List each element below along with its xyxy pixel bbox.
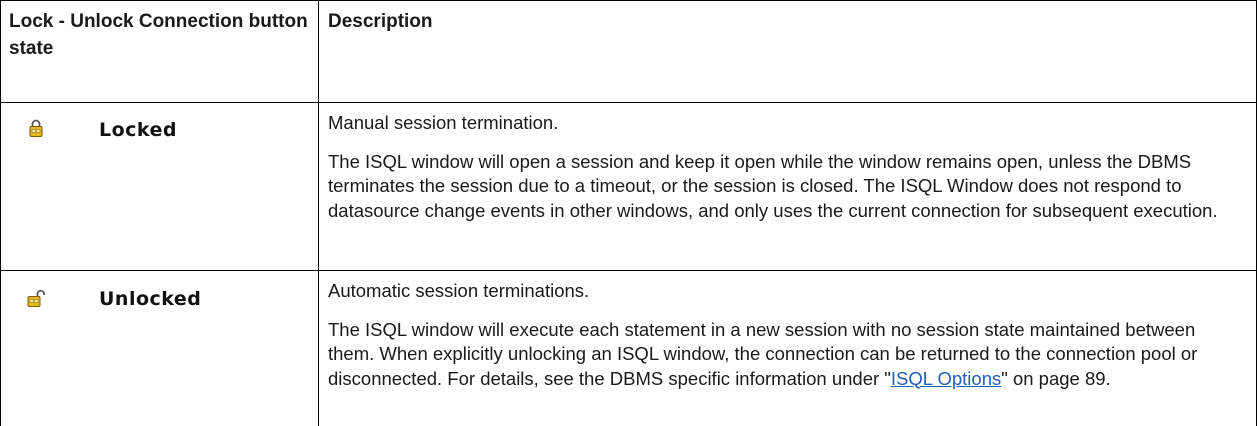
- description-cell-locked: Manual session termination. The ISQL win…: [328, 111, 1243, 223]
- state-label-unlocked: Unlocked: [99, 288, 202, 310]
- header-cell-state: Lock - Unlock Connection button state: [9, 8, 309, 62]
- table-row-locked: Locked: [0, 103, 318, 270]
- padlock-open-icon: [27, 289, 45, 307]
- description-cell-unlocked: Automatic session terminations. The ISQL…: [328, 279, 1243, 391]
- column-header-state: Lock - Unlock Connection button state: [9, 11, 308, 59]
- column-divider: [318, 0, 319, 426]
- detail-text-after-link: " on page 89.: [1001, 367, 1111, 389]
- table-row-unlocked: Unlocked: [0, 271, 318, 426]
- documentation-table: Lock - Unlock Connection button state De…: [0, 0, 1257, 426]
- description-summary-unlocked: Automatic session terminations.: [328, 280, 590, 301]
- description-detail-locked: The ISQL window will open a session and …: [328, 150, 1218, 221]
- state-label-locked: Locked: [99, 119, 178, 141]
- isql-options-link[interactable]: ISQL Options: [891, 368, 1001, 389]
- table-top-border: [0, 0, 1257, 1]
- description-summary-locked: Manual session termination.: [328, 112, 559, 133]
- padlock-closed-icon: [29, 119, 43, 137]
- description-detail-unlocked: The ISQL window will execute each statem…: [328, 318, 1243, 392]
- header-cell-description: Description: [328, 8, 1228, 35]
- column-header-description: Description: [328, 11, 433, 32]
